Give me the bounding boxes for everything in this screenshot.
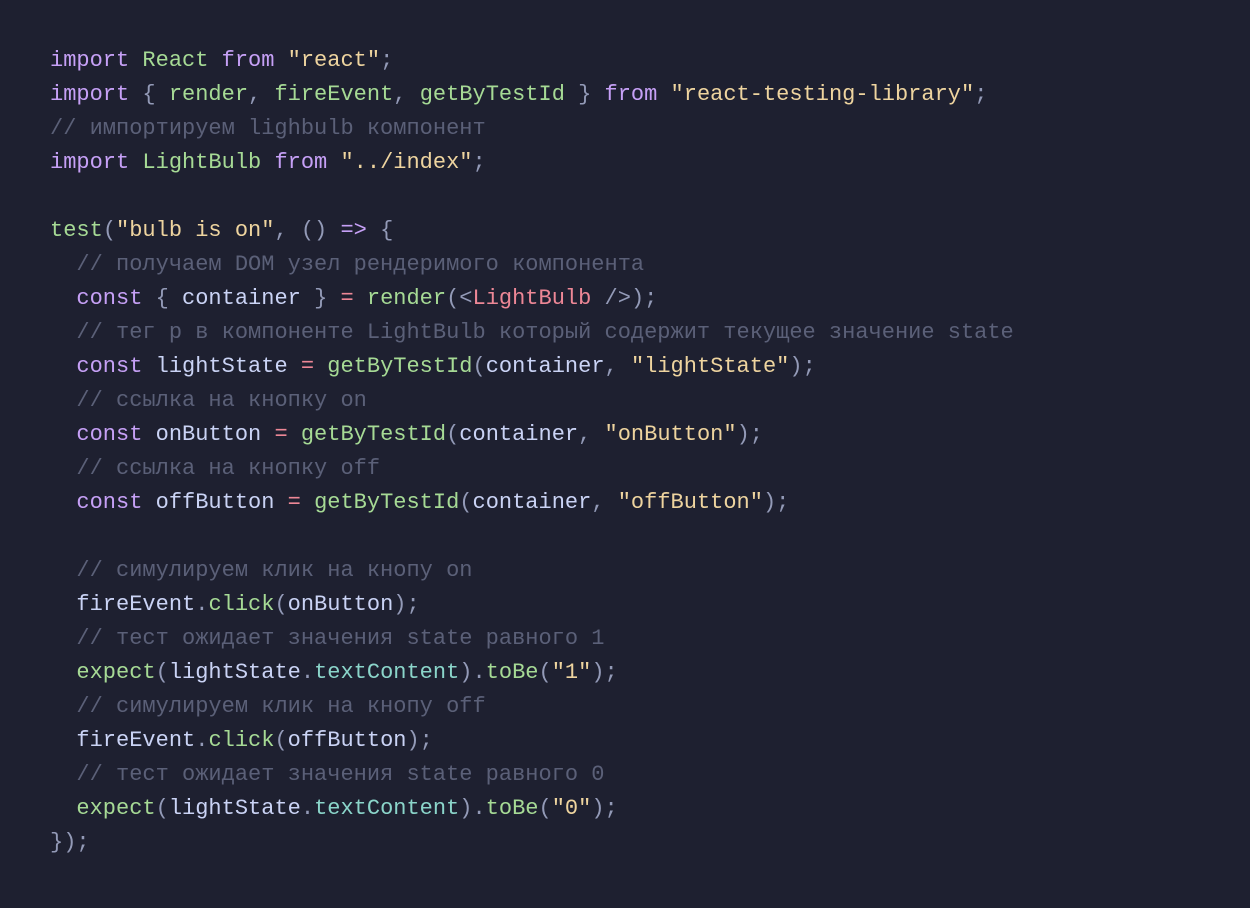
prop-textcontent: textContent: [314, 796, 459, 821]
id-render: render: [169, 82, 248, 107]
line-6: test("bulb is on", () => {: [50, 218, 393, 243]
str-0: "0": [552, 796, 592, 821]
str-onbutton: "onButton": [605, 422, 737, 447]
kw-const: const: [76, 422, 142, 447]
arg-container: container: [459, 422, 578, 447]
line-1: import React from "react";: [50, 48, 393, 73]
comment-p: // тег p в компоненте LightBulb который …: [76, 320, 1013, 345]
id-getbytestid: getByTestId: [420, 82, 565, 107]
kw-const: const: [76, 286, 142, 311]
comment-import: // импортируем lighbulb компонент: [50, 116, 486, 141]
end-brace: });: [50, 830, 90, 855]
line-12: const onButton = getByTestId(container, …: [76, 422, 763, 447]
str-offbutton: "offButton": [618, 490, 763, 515]
var-onbutton: onButton: [156, 422, 262, 447]
arg-onbutton: onButton: [288, 592, 394, 617]
fn-render: render: [367, 286, 446, 311]
id-fireevent: fireEvent: [76, 728, 195, 753]
arg-offbutton: offButton: [288, 728, 407, 753]
line-17: fireEvent.click(onButton);: [76, 592, 419, 617]
id-fireevent: fireEvent: [274, 82, 393, 107]
kw-const: const: [76, 354, 142, 379]
fn-expect: expect: [76, 796, 155, 821]
str-bulb: "bulb is on": [116, 218, 274, 243]
line-10: const lightState = getByTestId(container…: [76, 354, 815, 379]
fn-tobe: toBe: [486, 660, 539, 685]
line-14: const offButton = getByTestId(container,…: [76, 490, 789, 515]
id-fireevent: fireEvent: [76, 592, 195, 617]
fn-getbytestid: getByTestId: [327, 354, 472, 379]
prop-textcontent: textContent: [314, 660, 459, 685]
line-23: expect(lightState.textContent).toBe("0")…: [76, 796, 617, 821]
fn-click: click: [208, 592, 274, 617]
fn-getbytestid: getByTestId: [301, 422, 446, 447]
var-offbutton: offButton: [156, 490, 275, 515]
str-lightstate: "lightState": [631, 354, 789, 379]
jsx-lightbulb: LightBulb: [473, 286, 592, 311]
line-8: const { container } = render(<LightBulb …: [76, 286, 657, 311]
arg-lightstate: lightState: [169, 660, 301, 685]
str-react: "react": [288, 48, 380, 73]
comment-sim-on: // симулируем клик на кнопу on: [76, 558, 472, 583]
kw-const: const: [76, 490, 142, 515]
comment-on: // ссылка на кнопку on: [76, 388, 366, 413]
code-block: import React from "react"; import { rend…: [0, 0, 1250, 908]
kw-import: import: [50, 150, 129, 175]
id-react: React: [142, 48, 208, 73]
comment-off: // ссылка на кнопку off: [76, 456, 380, 481]
str-rtl: "react-testing-library": [671, 82, 975, 107]
comment-state1: // тест ожидает значения state равного 1: [76, 626, 604, 651]
id-lightbulb: LightBulb: [142, 150, 261, 175]
kw-from: from: [605, 82, 658, 107]
kw-import: import: [50, 48, 129, 73]
line-21: fireEvent.click(offButton);: [76, 728, 432, 753]
fn-tobe: toBe: [486, 796, 539, 821]
fn-getbytestid: getByTestId: [314, 490, 459, 515]
kw-import: import: [50, 82, 129, 107]
arg-lightstate: lightState: [169, 796, 301, 821]
comment-dom: // получаем DOM узел рендеримого компоне…: [76, 252, 644, 277]
line-19: expect(lightState.textContent).toBe("1")…: [76, 660, 617, 685]
kw-from: from: [222, 48, 275, 73]
comment-state0: // тест ожидает значения state равного 0: [76, 762, 604, 787]
str-1: "1": [552, 660, 592, 685]
id-container: container: [182, 286, 301, 311]
fn-click: click: [208, 728, 274, 753]
arrow: =>: [340, 218, 366, 243]
kw-from: from: [274, 150, 327, 175]
arg-container: container: [473, 490, 592, 515]
comment-sim-off: // симулируем клик на кнопу off: [76, 694, 485, 719]
fn-expect: expect: [76, 660, 155, 685]
str-index: "../index": [340, 150, 472, 175]
fn-test: test: [50, 218, 103, 243]
line-2: import { render, fireEvent, getByTestId …: [50, 82, 987, 107]
arg-container: container: [486, 354, 605, 379]
line-4: import LightBulb from "../index";: [50, 150, 486, 175]
var-lightstate: lightState: [156, 354, 288, 379]
